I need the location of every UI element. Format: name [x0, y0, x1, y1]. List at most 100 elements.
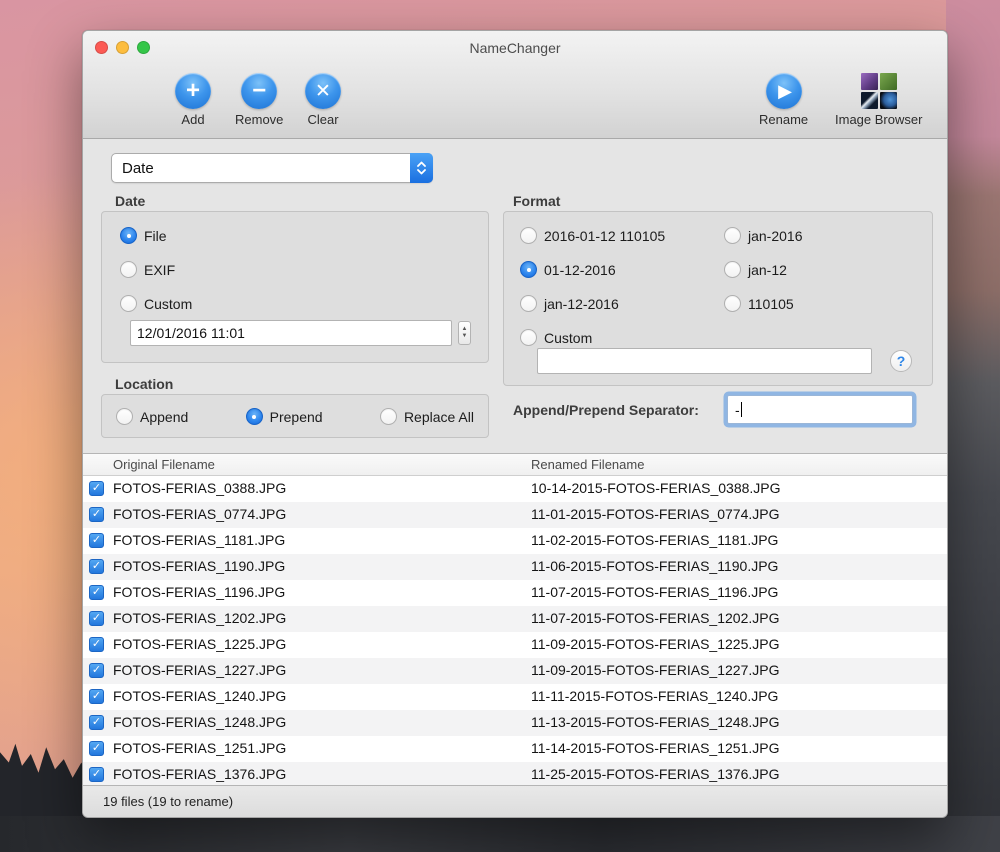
radio-icon[interactable] — [246, 408, 263, 425]
add-button[interactable]: + Add — [175, 73, 211, 127]
format-radio-group-right: jan-2016 jan-12 110105 — [724, 225, 803, 327]
table-row[interactable]: ✓FOTOS-FERIAS_1196.JPG11-07-2015-FOTOS-F… — [83, 580, 947, 606]
table-row[interactable]: ✓ FOTOS-FERIAS_1181.JPG 11-02-2015-FOTOS-F… — [83, 528, 947, 554]
radio-jan-12-2016[interactable]: jan-12-2016 — [520, 293, 665, 314]
rename-action-select[interactable]: Date — [111, 153, 433, 183]
table-row[interactable]: ✓ FOTOS-FERIAS_1248.JPG 11-13-2015-FOTOS-F… — [83, 710, 947, 736]
radio-jan-2016[interactable]: jan-2016 — [724, 225, 803, 246]
radio-label: Custom — [544, 330, 592, 346]
radio-replace-all[interactable]: Replace All — [380, 406, 474, 427]
radio-label: Append — [140, 409, 188, 425]
original-filename-cell: FOTOS-FERIAS_0388.JPG — [113, 480, 286, 496]
remove-button[interactable]: − Remove — [235, 73, 283, 127]
table-row[interactable]: ✓ FOTOS-FERIAS_0388.JPG 10-14-2015-FOTOS-F… — [83, 476, 947, 502]
row-checkbox[interactable]: ✓ — [89, 637, 104, 652]
radio-icon[interactable] — [724, 227, 741, 244]
radio-custom[interactable]: Custom — [520, 327, 665, 348]
table-row[interactable]: ✓FOTOS-FERIAS_1251.JPG11-14-2015-FOTOS-F… — [83, 736, 947, 762]
radio-icon[interactable] — [380, 408, 397, 425]
rename-action-value: Date — [122, 160, 154, 177]
clear-icon: ✕ — [305, 73, 341, 109]
radio-append[interactable]: Append — [116, 406, 188, 427]
renamed-filename-cell: 10-14-2015-FOTOS-FERIAS_0388.JPG — [531, 480, 781, 496]
table-row[interactable]: ✓FOTOS-FERIAS_1227.JPG11-09-2015-FOTOS-F… — [83, 658, 947, 684]
row-checkbox[interactable]: ✓ — [89, 741, 104, 756]
radio-icon[interactable] — [520, 227, 537, 244]
image-browser-label: Image Browser — [835, 112, 922, 127]
radio-icon[interactable] — [120, 227, 137, 244]
thumb-wing — [861, 92, 878, 109]
radio-exif[interactable]: EXIF — [120, 259, 192, 280]
radio-icon[interactable] — [520, 261, 537, 278]
table-row[interactable]: ✓FOTOS-FERIAS_1202.JPG11-07-2015-FOTOS-F… — [83, 606, 947, 632]
radio-label: Custom — [144, 296, 192, 312]
table-row[interactable]: ✓FOTOS-FERIAS_1240.JPG11-11-2015-FOTOS-F… — [83, 684, 947, 710]
thumb-purple — [861, 73, 878, 90]
radio-icon[interactable] — [120, 261, 137, 278]
renamed-filename-cell: 11-09-2015-FOTOS-FERIAS_1227.JPG — [531, 662, 779, 678]
renamed-filename-header[interactable]: Renamed Filename — [531, 457, 644, 472]
text-cursor — [741, 402, 742, 417]
row-checkbox[interactable]: ✓ — [89, 689, 104, 704]
radio-jan-12[interactable]: jan-12 — [724, 259, 803, 280]
date-stepper[interactable]: ▲▼ — [458, 321, 471, 345]
radio-01-12-2016[interactable]: 01-12-2016 — [520, 259, 665, 280]
window-header: NameChanger + Add − Remove ✕ Clear ▶ Ren… — [83, 31, 947, 139]
radio-label: 01-12-2016 — [544, 262, 616, 278]
original-filename-header[interactable]: Original Filename — [113, 457, 215, 472]
row-checkbox[interactable]: ✓ — [89, 481, 104, 496]
rename-button[interactable]: ▶ Rename — [759, 73, 808, 127]
original-filename-cell: FOTOS-FERIAS_1181.JPG — [113, 532, 285, 548]
renamed-filename-cell: 11-11-2015-FOTOS-FERIAS_1240.JPG — [531, 688, 778, 704]
radio-2016-01-12-110105[interactable]: 2016-01-12 110105 — [520, 225, 665, 246]
row-checkbox[interactable]: ✓ — [89, 663, 104, 678]
table-row[interactable]: ✓FOTOS-FERIAS_1225.JPG11-09-2015-FOTOS-F… — [83, 632, 947, 658]
radio-custom[interactable]: Custom — [120, 293, 192, 314]
radio-110105[interactable]: 110105 — [724, 293, 803, 314]
radio-label: 110105 — [748, 296, 794, 312]
radio-icon[interactable] — [520, 295, 537, 312]
wallpaper-rocks — [0, 816, 1000, 852]
radio-file[interactable]: File — [120, 225, 192, 246]
table-row[interactable]: ✓FOTOS-FERIAS_1190.JPG11-06-2015-FOTOS-F… — [83, 554, 947, 580]
radio-label: jan-12-2016 — [544, 296, 619, 312]
original-filename-cell: FOTOS-FERIAS_1248.JPG — [113, 714, 286, 730]
original-filename-cell: FOTOS-FERIAS_1251.JPG — [113, 740, 286, 756]
custom-date-input[interactable] — [130, 320, 452, 346]
radio-icon[interactable] — [120, 295, 137, 312]
row-checkbox[interactable]: ✓ — [89, 585, 104, 600]
row-checkbox[interactable]: ✓ — [89, 559, 104, 574]
table-row[interactable]: ✓ FOTOS-FERIAS_0774.JPG 11-01-2015-FOTOS-F… — [83, 502, 947, 528]
row-checkbox[interactable]: ✓ — [89, 533, 104, 548]
image-browser-button[interactable]: Image Browser — [835, 73, 922, 127]
radio-prepend[interactable]: Prepend — [246, 406, 323, 427]
original-filename-cell: FOTOS-FERIAS_1376.JPG — [113, 766, 286, 782]
separator-input[interactable]: - — [727, 395, 913, 424]
table-header: Original Filename Renamed Filename — [83, 454, 947, 476]
location-group-box: Append Prepend Replace All — [101, 394, 489, 438]
clear-button[interactable]: ✕ Clear — [305, 73, 341, 127]
renamed-filename-cell: 11-02-2015-FOTOS-FERIAS_1181.JPG — [531, 532, 778, 548]
original-filename-cell: FOTOS-FERIAS_0774.JPG — [113, 506, 286, 522]
renamed-filename-cell: 11-01-2015-FOTOS-FERIAS_0774.JPG — [531, 506, 779, 522]
radio-icon[interactable] — [724, 295, 741, 312]
row-checkbox[interactable]: ✓ — [89, 715, 104, 730]
help-icon[interactable]: ? — [890, 350, 912, 372]
radio-label: Replace All — [404, 409, 474, 425]
radio-icon[interactable] — [116, 408, 133, 425]
thumb-earth — [880, 92, 897, 109]
row-checkbox[interactable]: ✓ — [89, 611, 104, 626]
renamed-filename-cell: 11-25-2015-FOTOS-FERIAS_1376.JPG — [531, 766, 779, 782]
row-checkbox[interactable]: ✓ — [89, 767, 104, 782]
renamed-filename-cell: 11-07-2015-FOTOS-FERIAS_1196.JPG — [531, 584, 778, 600]
custom-format-input[interactable] — [537, 348, 872, 374]
table-row[interactable]: ✓ FOTOS-FERIAS_1376.JPG 11-25-2015-FOTOS-F… — [83, 762, 947, 787]
radio-icon[interactable] — [724, 261, 741, 278]
renamed-filename-cell: 11-13-2015-FOTOS-FERIAS_1248.JPG — [531, 714, 779, 730]
original-filename-cell: FOTOS-FERIAS_1202.JPG — [113, 610, 286, 626]
radio-icon[interactable] — [520, 329, 537, 346]
format-section-title: Format — [513, 193, 560, 209]
row-checkbox[interactable]: ✓ — [89, 507, 104, 522]
clear-label: Clear — [307, 112, 338, 127]
add-label: Add — [181, 112, 204, 127]
